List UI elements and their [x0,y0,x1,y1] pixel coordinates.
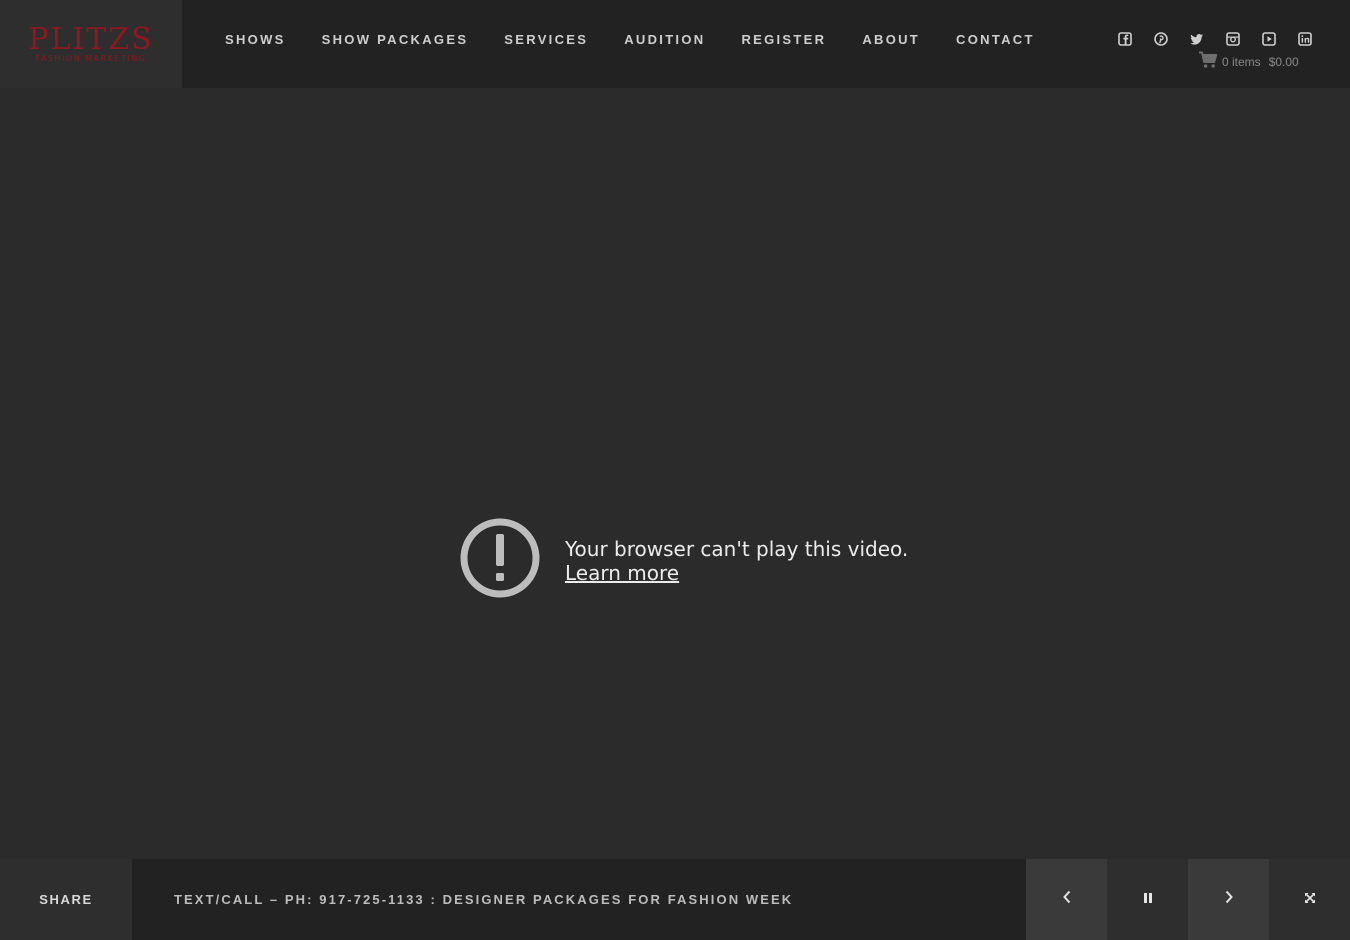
social-links [1116,30,1314,48]
youtube-icon[interactable] [1260,30,1278,48]
cart-icon [1198,51,1218,72]
nav-item-audition[interactable]: AUDITION [606,32,723,47]
site-header: PLITZS FASHION MARKETING SHOWS SHOW PACK… [0,0,1350,88]
fullscreen-icon [1304,891,1316,909]
pause-icon [1143,891,1153,909]
cart-summary[interactable]: 0 items $0.00 [1198,51,1299,72]
facebook-icon[interactable] [1116,30,1134,48]
pinterest-icon[interactable] [1152,30,1170,48]
nav-item-services[interactable]: SERVICES [486,32,606,47]
logo-tagline: FASHION MARKETING [35,53,147,63]
nav-item-about[interactable]: ABOUT [844,32,938,47]
ticker-text: TEXT/CALL – PH: 917-725-1133 : DESIGNER … [174,892,794,907]
main-nav: SHOWS SHOW PACKAGES SERVICES AUDITION RE… [207,0,1053,78]
nav-item-contact[interactable]: CONTACT [938,32,1053,47]
learn-more-link[interactable]: Learn more [565,561,679,585]
instagram-icon[interactable] [1224,30,1242,48]
nav-item-shows[interactable]: SHOWS [207,32,304,47]
pause-button[interactable] [1107,859,1188,940]
video-error: Your browser can't play this video. Lear… [459,517,908,604]
nav-item-register[interactable]: REGISTER [723,32,844,47]
previous-button[interactable] [1026,859,1107,940]
slideshow-footer: SHARE TEXT/CALL – PH: 917-725-1133 : DES… [0,859,1350,940]
chevron-left-icon [1062,890,1072,909]
cart-item-count: 0 items [1222,54,1261,69]
linkedin-icon[interactable] [1296,30,1314,48]
logo-wordmark: PLITZS [28,21,154,57]
next-button[interactable] [1188,859,1269,940]
twitter-icon[interactable] [1188,30,1206,48]
video-error-message: Your browser can't play this video. [565,536,909,561]
share-button[interactable]: SHARE [0,859,132,940]
fullscreen-button[interactable] [1269,859,1350,940]
cart-total: $0.00 [1268,54,1299,69]
nav-item-show-packages[interactable]: SHOW PACKAGES [304,32,487,47]
video-player[interactable] [0,88,1350,858]
chevron-right-icon [1224,890,1234,909]
alert-circle-icon [459,517,541,604]
site-logo[interactable]: PLITZS FASHION MARKETING [0,0,182,88]
video-error-text: Your browser can't play this video. Lear… [565,537,908,585]
